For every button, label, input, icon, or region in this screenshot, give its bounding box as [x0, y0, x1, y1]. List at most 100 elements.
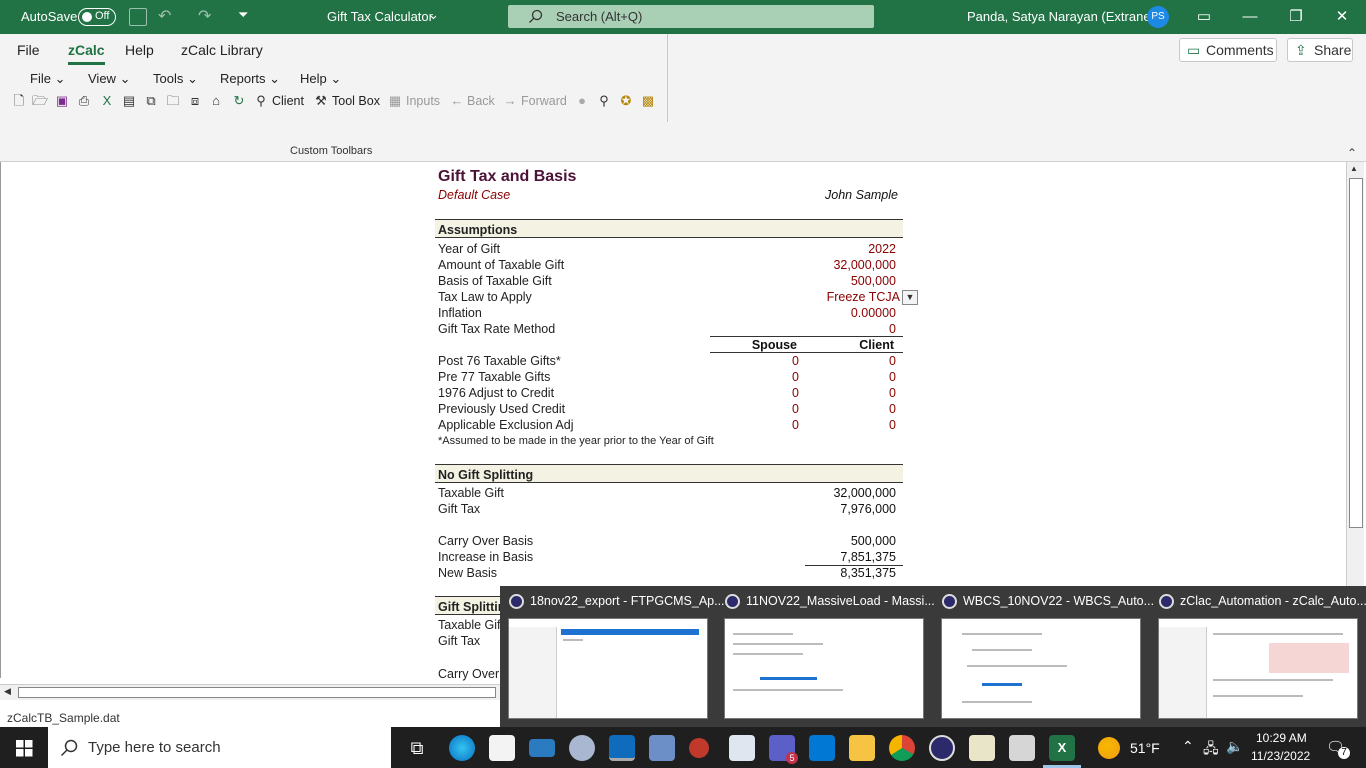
open-folder-icon[interactable]: 🗁 — [32, 93, 48, 109]
excel-export-icon[interactable]: X — [99, 93, 115, 109]
app-icon[interactable] — [1009, 735, 1035, 761]
document-title[interactable]: Gift Tax Calculator — [327, 9, 433, 24]
snipping-icon[interactable] — [689, 738, 709, 758]
search-box[interactable]: Search (Alt+Q) — [508, 5, 874, 28]
preview-thumbnail[interactable] — [1158, 618, 1358, 719]
horizontal-scrollbar[interactable]: ◀ — [0, 684, 500, 700]
preview-window[interactable]: WBCS_10NOV22 - WBCS_Auto... — [933, 586, 1154, 727]
spouse-value[interactable]: 0 — [701, 370, 799, 384]
outlook-icon[interactable] — [609, 735, 635, 761]
app-icon[interactable] — [729, 735, 755, 761]
restore-icon[interactable]: ❐ — [1282, 6, 1310, 28]
client-value[interactable]: 0 — [801, 402, 896, 416]
app-icon[interactable] — [569, 735, 595, 761]
print-icon[interactable]: ⎙ — [76, 93, 92, 109]
preview-window[interactable]: 18nov22_export - FTPGCMS_Ap... — [500, 586, 725, 727]
forward-button[interactable]: Forward — [521, 94, 567, 108]
save-disk-icon[interactable]: ▣ — [54, 93, 70, 109]
menu-reports[interactable]: Reports ⌄ — [220, 71, 280, 87]
customize-qat-icon[interactable]: ⏷ — [238, 7, 248, 23]
preview-thumbnail[interactable] — [941, 618, 1141, 719]
toolbox-button[interactable]: Tool Box — [332, 94, 380, 108]
menu-view[interactable]: View ⌄ — [88, 71, 130, 87]
preview-window[interactable]: 11NOV22_MassiveLoad - Massi... — [716, 586, 935, 727]
client-value[interactable]: 0 — [801, 354, 896, 368]
clock-time[interactable]: 10:29 AM — [1256, 731, 1307, 745]
volume-icon[interactable]: 🔈 — [1226, 738, 1243, 755]
menu-tools[interactable]: Tools ⌄ — [153, 71, 198, 87]
avatar[interactable]: PS — [1147, 6, 1169, 28]
scroll-thumb[interactable] — [18, 687, 496, 698]
inflation-value[interactable]: 0.00000 — [776, 306, 896, 320]
tax-law-select[interactable]: Freeze TCJA — [776, 290, 900, 304]
back-button[interactable]: Back — [467, 94, 495, 108]
taskbar-search[interactable]: Type here to search — [48, 727, 391, 768]
edge-icon[interactable] — [449, 735, 475, 761]
weather-temp[interactable]: 51°F — [1130, 740, 1160, 756]
client-value[interactable]: 0 — [801, 418, 896, 432]
menu-help[interactable]: Help ⌄ — [300, 71, 341, 87]
tab-file[interactable]: File — [17, 42, 40, 58]
basis-value[interactable]: 500,000 — [776, 274, 896, 288]
refresh-doc-icon[interactable]: ↻ — [231, 93, 247, 109]
taxable-gift-value[interactable]: 32,000,000 — [776, 258, 896, 272]
store-icon[interactable] — [489, 735, 515, 761]
spouse-value[interactable]: 0 — [701, 402, 799, 416]
save-icon[interactable] — [129, 8, 147, 26]
copy-icon[interactable]: ⧉ — [143, 93, 159, 109]
pages-icon[interactable]: ⧈ — [187, 93, 203, 109]
tab-help[interactable]: Help — [125, 42, 154, 58]
client-button[interactable]: Client — [272, 94, 304, 108]
home-icon[interactable]: ⌂ — [208, 93, 224, 109]
chevron-up-icon[interactable]: ⌃ — [1182, 738, 1194, 755]
client-value[interactable]: 0 — [801, 370, 896, 384]
undo-icon[interactable]: ↶ — [158, 6, 171, 26]
teams-icon[interactable]: 5 — [769, 735, 798, 764]
app-icon[interactable] — [649, 735, 675, 761]
file-explorer-icon[interactable] — [849, 735, 875, 761]
windows-start-icon[interactable] — [16, 740, 33, 757]
collapse-ribbon-icon[interactable]: ⌃ — [1347, 146, 1357, 160]
vscode-icon[interactable] — [809, 735, 835, 761]
client-user-icon[interactable]: ⚲ — [253, 93, 269, 109]
scroll-thumb[interactable] — [1349, 178, 1363, 528]
preview-thumbnail[interactable] — [724, 618, 924, 719]
minimize-icon[interactable]: — — [1236, 6, 1264, 28]
magnifier-icon[interactable]: ⚲ — [596, 93, 612, 109]
app-icon[interactable] — [529, 739, 555, 757]
redo-icon[interactable]: ↷ — [198, 6, 211, 26]
chrome-icon[interactable] — [889, 735, 915, 761]
task-view-icon[interactable]: ⧉ — [404, 735, 430, 761]
comments-button[interactable]: ▭ Comments — [1179, 38, 1277, 62]
folder-arrow-icon[interactable]: 🗀 — [165, 93, 181, 109]
document-icon[interactable]: ▤ — [121, 93, 137, 109]
tab-zcalc-library[interactable]: zCalc Library — [181, 42, 263, 58]
spouse-value[interactable]: 0 — [701, 354, 799, 368]
share-button[interactable]: ⇪ Share — [1287, 38, 1353, 62]
user-name[interactable]: Panda, Satya Narayan (Extranet) — [967, 9, 1159, 24]
client-value[interactable]: 0 — [801, 386, 896, 400]
dropdown-arrow-icon[interactable]: ▼ — [902, 290, 918, 305]
scroll-left-icon[interactable]: ◀ — [4, 686, 11, 697]
help-search-icon[interactable]: ✪ — [618, 93, 634, 109]
preview-window[interactable]: zClac_Automation - zCalc_Auto... — [1150, 586, 1366, 727]
network-icon[interactable]: 🖧 — [1203, 738, 1219, 762]
app-icon[interactable] — [969, 735, 995, 761]
year-of-gift-value[interactable]: 2022 — [776, 242, 896, 256]
clock-date[interactable]: 11/23/2022 — [1251, 749, 1310, 763]
new-file-icon[interactable]: 🗋 — [11, 93, 27, 109]
calculator-icon[interactable]: ▩ — [640, 93, 656, 109]
autosave-toggle[interactable]: Off — [78, 8, 116, 26]
excel-icon[interactable]: X — [1049, 735, 1075, 761]
tab-zcalc[interactable]: zCalc — [68, 42, 105, 65]
eclipse-icon[interactable] — [929, 735, 955, 761]
spouse-value[interactable]: 0 — [701, 418, 799, 432]
spouse-value[interactable]: 0 — [701, 386, 799, 400]
inputs-button[interactable]: Inputs — [406, 94, 440, 108]
menu-file[interactable]: File ⌄ — [30, 71, 65, 87]
ribbon-display-icon[interactable]: ▭ — [1190, 6, 1218, 28]
toolbox-icon[interactable]: ⚒ — [313, 93, 329, 109]
rate-method-value[interactable]: 0 — [776, 322, 896, 336]
preview-thumbnail[interactable] — [508, 618, 708, 719]
scroll-up-icon[interactable]: ▲ — [1350, 164, 1358, 173]
